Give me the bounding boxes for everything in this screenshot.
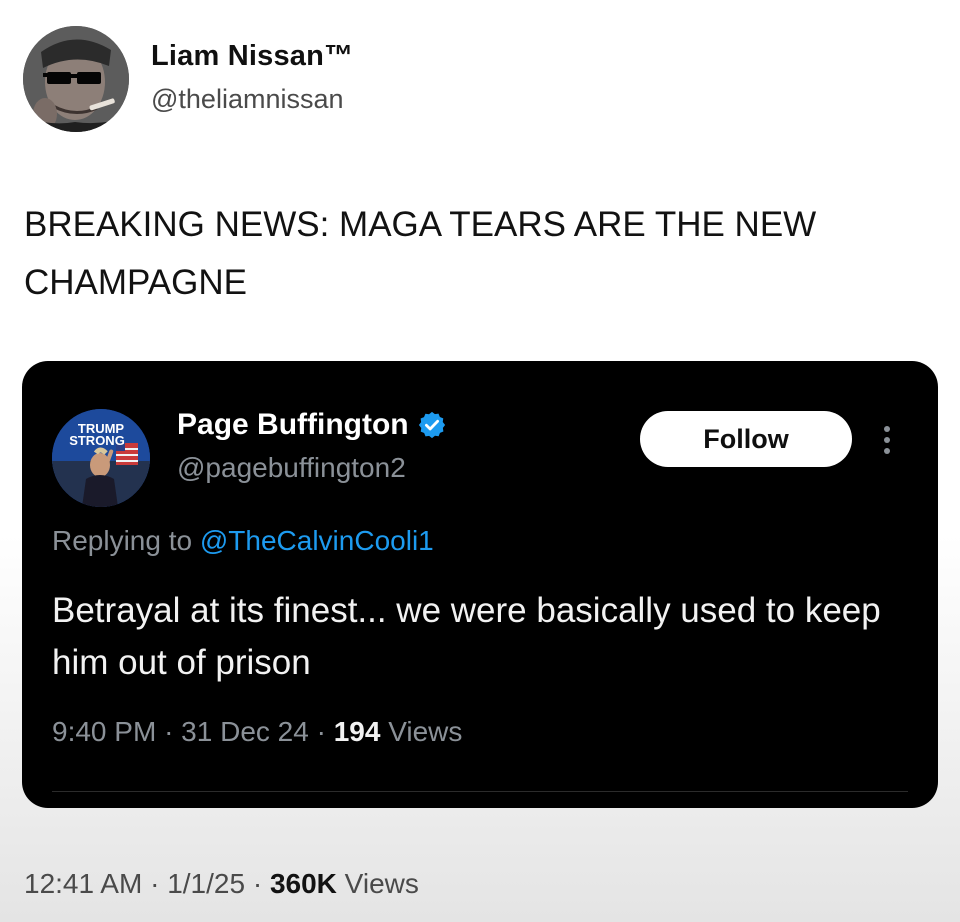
tweet-time[interactable]: 12:41 AM bbox=[24, 868, 142, 899]
author-handle[interactable]: @theliamnissan bbox=[151, 84, 344, 115]
quoted-views-count: 194 bbox=[333, 716, 381, 747]
quoted-tweet-card[interactable]: TRUMP STRONG Page Buffington @pagebuffin… bbox=[22, 361, 938, 808]
replying-prefix: Replying to bbox=[52, 525, 193, 556]
meta-separator: · bbox=[316, 716, 326, 747]
quoted-avatar-image: TRUMP STRONG bbox=[52, 409, 150, 507]
reply-mention-link[interactable]: @TheCalvinCooli1 bbox=[200, 525, 434, 556]
quoted-tweet-time[interactable]: 9:40 PM bbox=[52, 716, 156, 747]
avatar-text-line2: STRONG bbox=[69, 433, 125, 448]
more-options-icon[interactable] bbox=[876, 423, 898, 457]
tweet-views-count: 360K bbox=[269, 868, 337, 899]
author-avatar[interactable] bbox=[23, 26, 129, 132]
author-avatar-image bbox=[23, 26, 129, 132]
quoted-tweet-date[interactable]: 31 Dec 24 bbox=[181, 716, 309, 747]
follow-button[interactable]: Follow bbox=[640, 411, 852, 467]
quoted-tweet-text: Betrayal at its finest... we were basica… bbox=[52, 591, 881, 682]
meta-separator: · bbox=[150, 868, 160, 899]
author-name[interactable]: Liam Nissan™ bbox=[151, 40, 353, 73]
tweet-text: BREAKING NEWS: MAGA TEARS ARE THE NEW CH… bbox=[24, 205, 817, 302]
quoted-author-name[interactable]: Page Buffington bbox=[177, 408, 409, 442]
quoted-author-avatar[interactable]: TRUMP STRONG bbox=[52, 409, 150, 507]
tweet-date[interactable]: 1/1/25 bbox=[167, 868, 245, 899]
replying-to-line: Replying to @TheCalvinCooli1 bbox=[52, 525, 434, 557]
card-divider bbox=[52, 791, 908, 792]
meta-separator: · bbox=[252, 868, 263, 899]
tweet-views-label: Views bbox=[344, 868, 419, 899]
quoted-tweet-meta: 9:40 PM · 31 Dec 24 · 194 Views bbox=[52, 716, 462, 748]
meta-separator: · bbox=[164, 716, 174, 747]
quoted-author-handle[interactable]: @pagebuffington2 bbox=[177, 452, 406, 484]
tweet-meta: 12:41 AM · 1/1/25 · 360K Views bbox=[24, 868, 419, 900]
verified-badge-icon bbox=[417, 410, 447, 440]
quoted-views-label: Views bbox=[388, 716, 463, 747]
